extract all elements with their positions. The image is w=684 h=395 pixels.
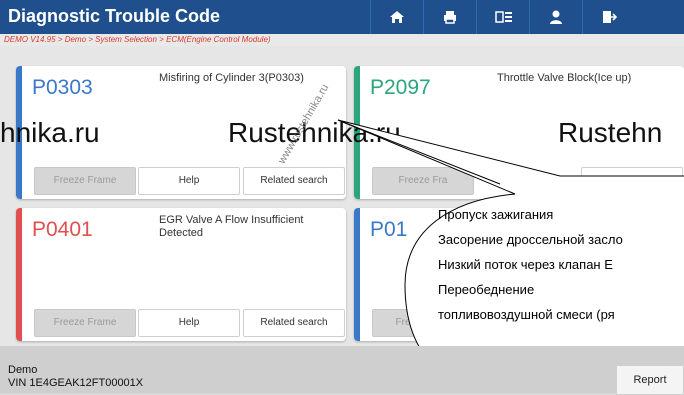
report-button[interactable]: Report xyxy=(616,365,684,395)
footer: Demo VIN 1E4GEAK12FT00001X xyxy=(0,346,684,393)
vin-label: VIN 1E4GEAK12FT00001X xyxy=(8,377,144,389)
vehicle-name: Demo xyxy=(8,364,38,376)
callout-line: Засорение дроссельной засло xyxy=(438,232,623,247)
callout-line: Переобеднение xyxy=(438,282,535,297)
callout-line: топливовоздушной смеси (ря xyxy=(438,307,615,322)
callout-bubble xyxy=(337,119,684,393)
callout-line: Пропуск зажигания xyxy=(438,207,554,222)
callout-line: Низкий поток через клапан Е xyxy=(438,257,613,272)
